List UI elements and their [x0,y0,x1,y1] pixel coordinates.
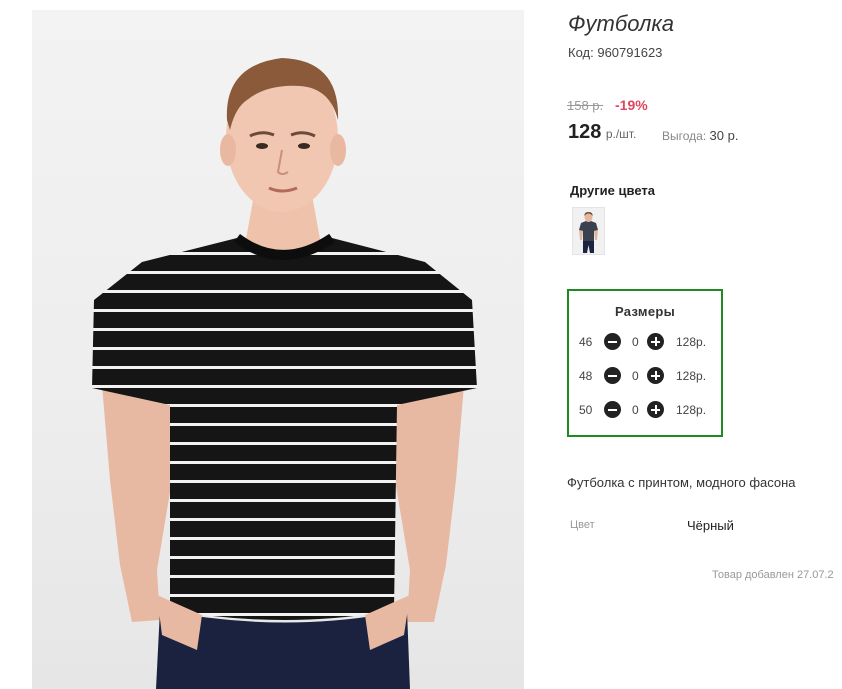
size-label: 50 [579,403,593,417]
color-attribute-label: Цвет [570,519,595,531]
color-variant-thumbnail[interactable] [572,207,605,255]
product-description: Футболка с принтом, модного фасона [567,475,796,490]
sizes-title: Размеры [614,304,676,319]
increase-quantity-icon[interactable] [647,333,664,350]
quantity-value: 0 [632,369,639,383]
size-row-48: 48 0 128р. [569,366,721,386]
increase-quantity-icon[interactable] [647,401,664,418]
decrease-quantity-icon[interactable] [604,401,621,418]
old-price: 158 р. [567,98,604,113]
price-unit: р./шт. [605,127,637,141]
product-code-value: 960791623 [597,45,663,60]
size-label: 48 [579,369,593,383]
price-value: 128 [568,121,602,143]
current-price: 128 р./шт. [568,121,636,144]
decrease-quantity-icon[interactable] [604,367,621,384]
product-photo[interactable] [32,10,524,689]
dark-tshirt-thumbnail-icon [579,212,598,253]
size-price: 128р. [676,403,707,417]
size-row-50: 50 0 128р. [569,400,721,420]
quantity-value: 0 [632,335,639,349]
product-code-label: Код: [568,45,594,60]
size-row-46: 46 0 128р. [569,332,721,352]
product-code: Код: 960791623 [568,45,662,60]
sizes-panel: Размеры 46 0 128р. 48 0 128р. 50 0 128р. [567,289,723,437]
saving: Выгода: 30 р. [662,128,738,143]
increase-quantity-icon[interactable] [647,367,664,384]
saving-label: Выгода: [662,129,707,143]
saving-value: 30 р. [709,128,739,143]
quantity-value: 0 [632,403,639,417]
size-price: 128р. [676,369,707,383]
other-colors-title: Другие цвета [570,183,655,198]
decrease-quantity-icon[interactable] [604,333,621,350]
size-label: 46 [579,335,593,349]
discount-badge: -19% [615,97,648,113]
added-date: Товар добавлен 27.07.2 [712,569,834,581]
size-price: 128р. [676,335,707,349]
model-tshirt-image [92,58,477,689]
product-title: Футболка [568,11,674,36]
color-attribute-value: Чёрный [687,518,734,533]
